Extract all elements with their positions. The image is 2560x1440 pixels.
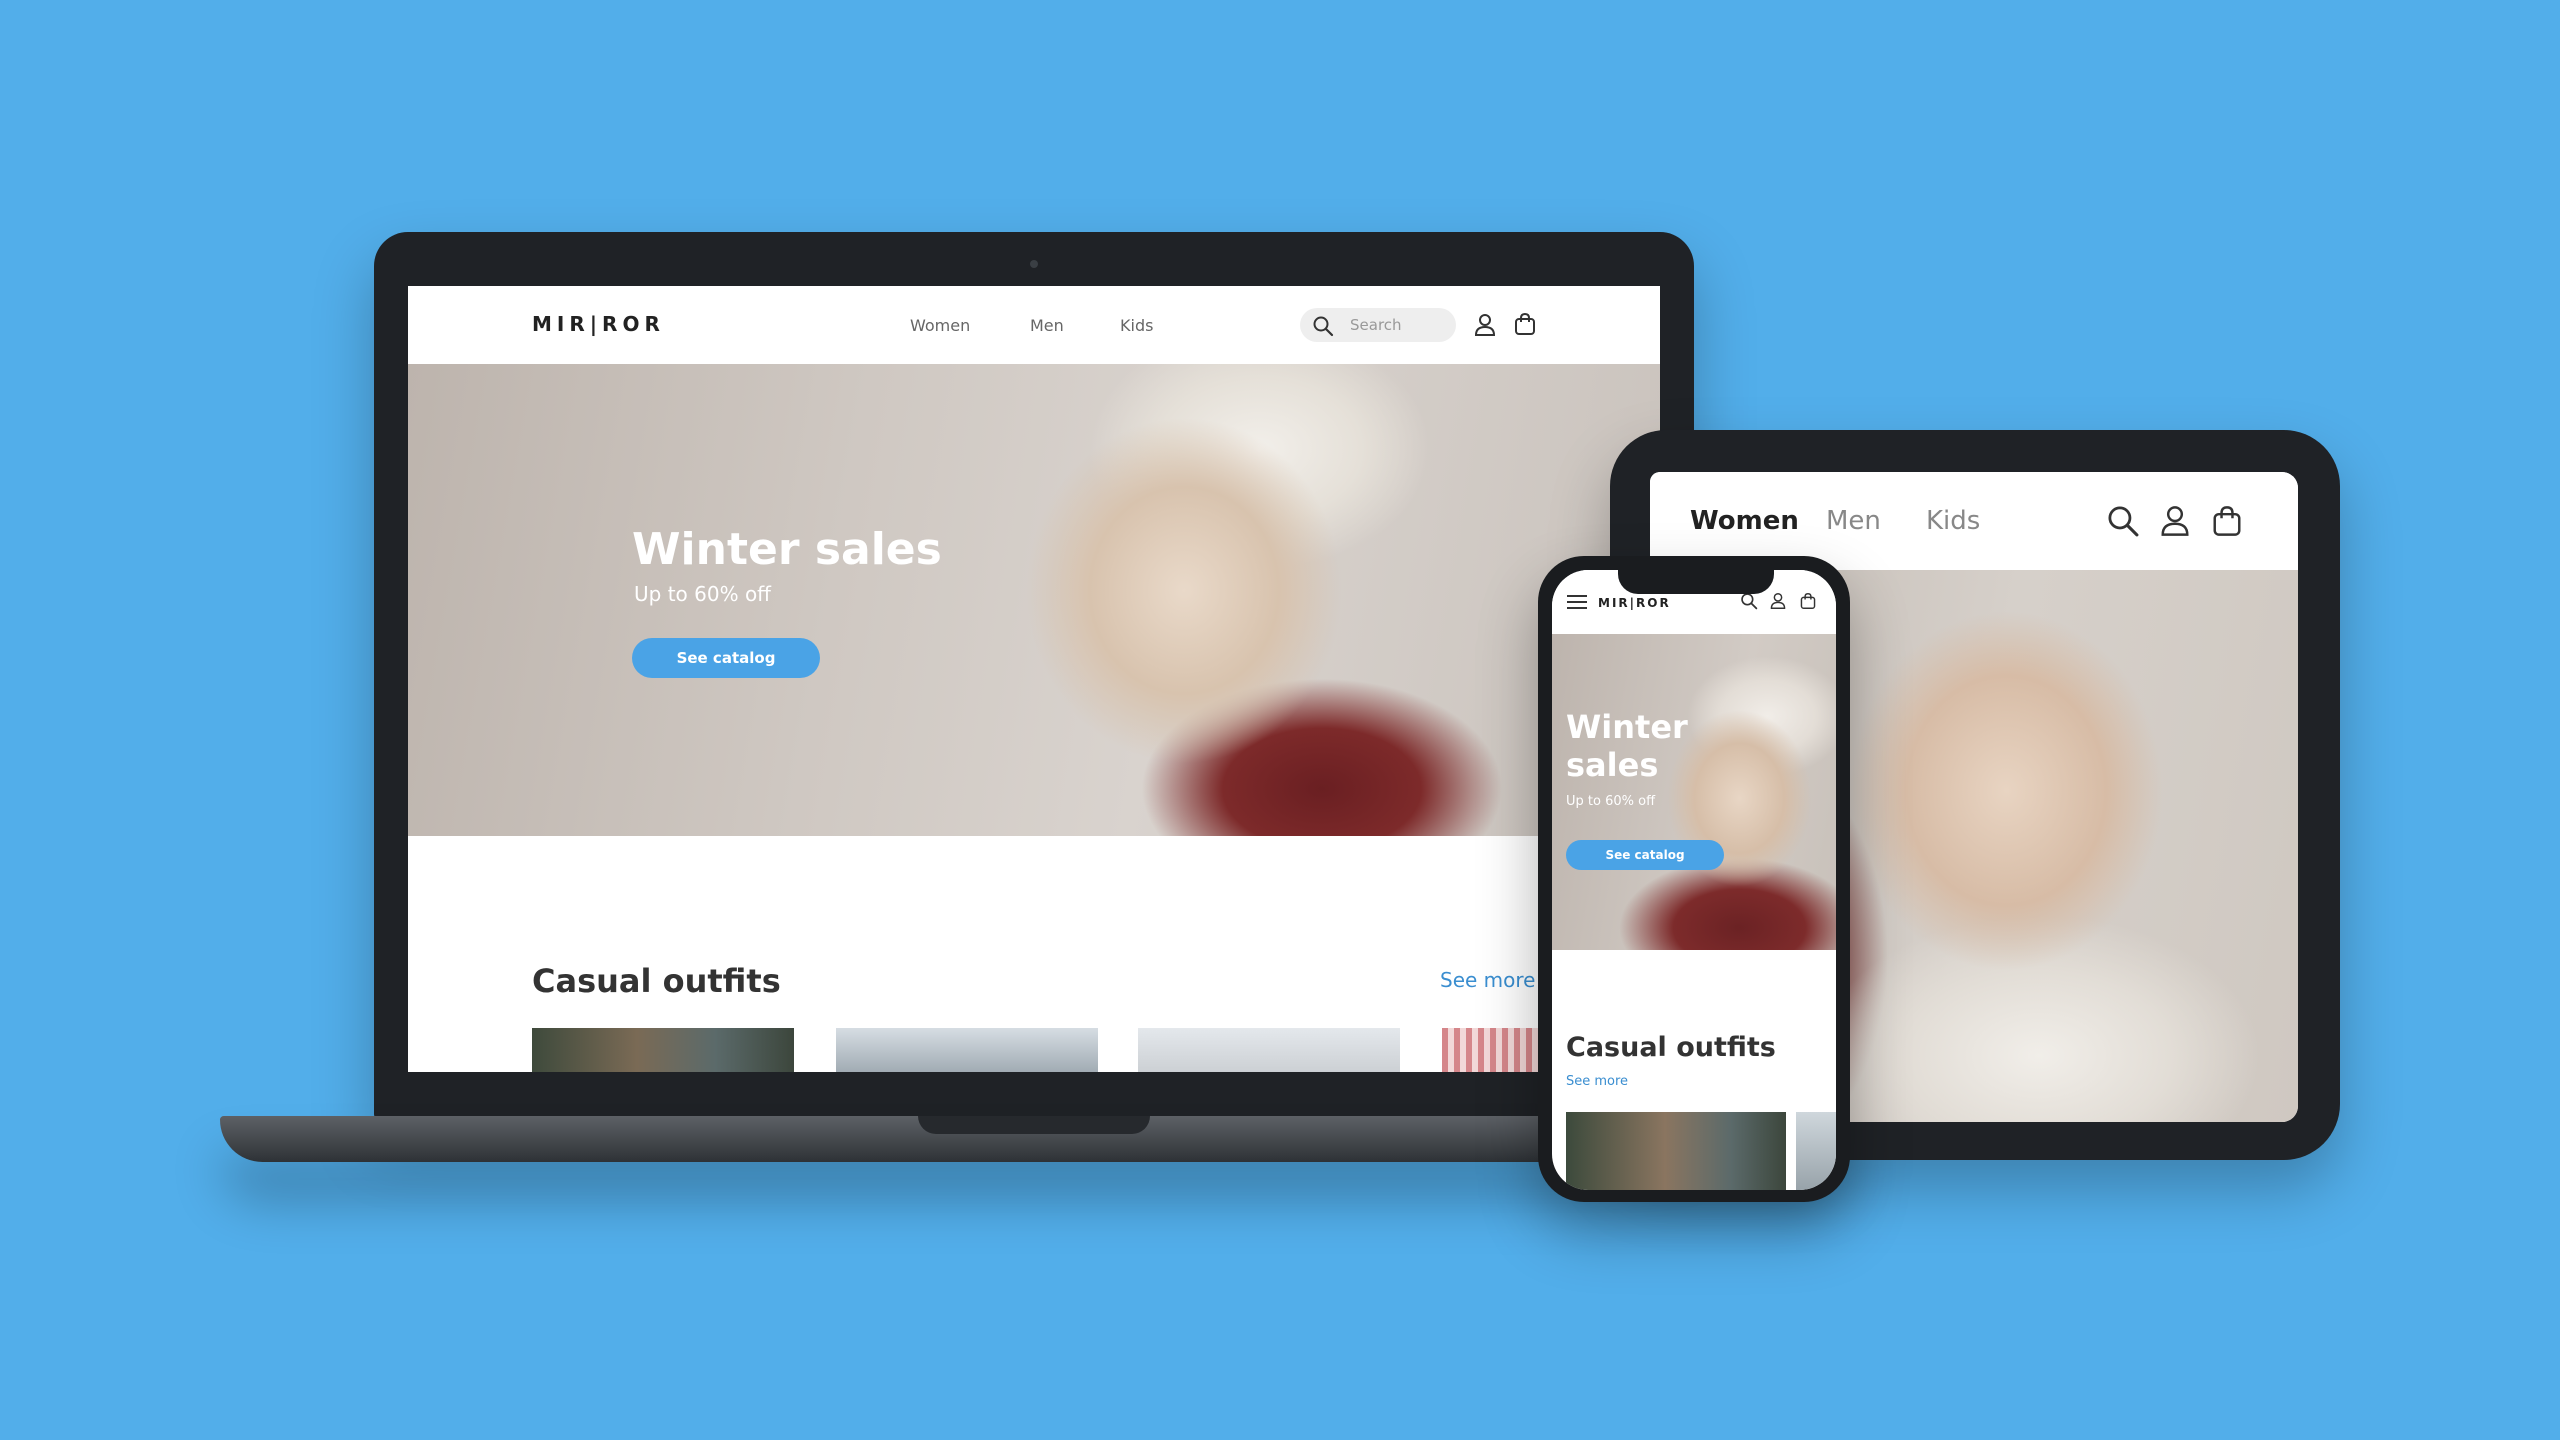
- see-catalog-button[interactable]: See catalog: [632, 638, 820, 678]
- section-title: Casual outfits: [532, 962, 781, 1000]
- brand-logo[interactable]: MIR|ROR: [1598, 596, 1671, 610]
- product-thumbnail[interactable]: [1442, 1028, 1542, 1072]
- product-thumbnail[interactable]: [836, 1028, 1098, 1072]
- nav-women[interactable]: Women: [1690, 506, 1799, 536]
- see-more-link[interactable]: See more: [1440, 968, 1535, 992]
- product-thumbnail[interactable]: [1138, 1028, 1400, 1072]
- brand-logo[interactable]: MIR|ROR: [532, 312, 665, 336]
- search-icon[interactable]: [1740, 592, 1758, 610]
- see-more-link[interactable]: See more: [1566, 1074, 1628, 1089]
- hero-banner: Winter sales Up to 60% off See catalog: [408, 364, 1660, 836]
- nav-kids[interactable]: Kids: [1926, 506, 1980, 536]
- shopping-bag-icon[interactable]: [1800, 592, 1816, 610]
- laptop-camera: [1030, 260, 1038, 268]
- search-input[interactable]: Search: [1300, 308, 1456, 342]
- nav-women[interactable]: Women: [910, 316, 970, 335]
- hero-subtitle: Up to 60% off: [1566, 794, 1656, 809]
- product-thumbnail[interactable]: [1566, 1112, 1786, 1190]
- search-icon[interactable]: [2106, 504, 2140, 538]
- nav-kids[interactable]: Kids: [1120, 316, 1153, 335]
- product-thumbnail[interactable]: [1796, 1112, 1836, 1190]
- laptop-trackpad-notch: [918, 1116, 1150, 1134]
- nav-men[interactable]: Men: [1826, 506, 1881, 536]
- menu-icon[interactable]: [1566, 594, 1588, 610]
- hero-title-line-1: Winter: [1566, 708, 1688, 746]
- hero-subtitle: Up to 60% off: [634, 582, 771, 606]
- hero-title: Winter sales: [1566, 708, 1688, 784]
- nav-men[interactable]: Men: [1030, 316, 1064, 335]
- hero-title: Winter sales: [632, 524, 942, 575]
- search-placeholder: Search: [1350, 316, 1402, 334]
- see-catalog-button[interactable]: See catalog: [1566, 840, 1724, 870]
- hero-title-line-2: sales: [1566, 746, 1659, 784]
- laptop-site-header: MIR|ROR Women Men Kids Search: [408, 286, 1660, 365]
- product-thumbnail[interactable]: [532, 1028, 794, 1072]
- phone-screen: MIR|ROR Winter sales Up to 60% off See c…: [1552, 570, 1836, 1190]
- shopping-bag-icon[interactable]: [1514, 312, 1536, 336]
- user-icon[interactable]: [1474, 313, 1496, 337]
- phone-notch: [1618, 566, 1774, 594]
- hero-banner: Winter sales Up to 60% off See catalog: [1552, 634, 1836, 950]
- user-icon[interactable]: [2160, 504, 2190, 538]
- shopping-bag-icon[interactable]: [2212, 504, 2242, 538]
- user-icon[interactable]: [1770, 592, 1786, 610]
- laptop-screen: MIR|ROR Women Men Kids Search Winter sal…: [408, 286, 1660, 1072]
- search-icon: [1312, 315, 1334, 337]
- section-title: Casual outfits: [1566, 1032, 1776, 1063]
